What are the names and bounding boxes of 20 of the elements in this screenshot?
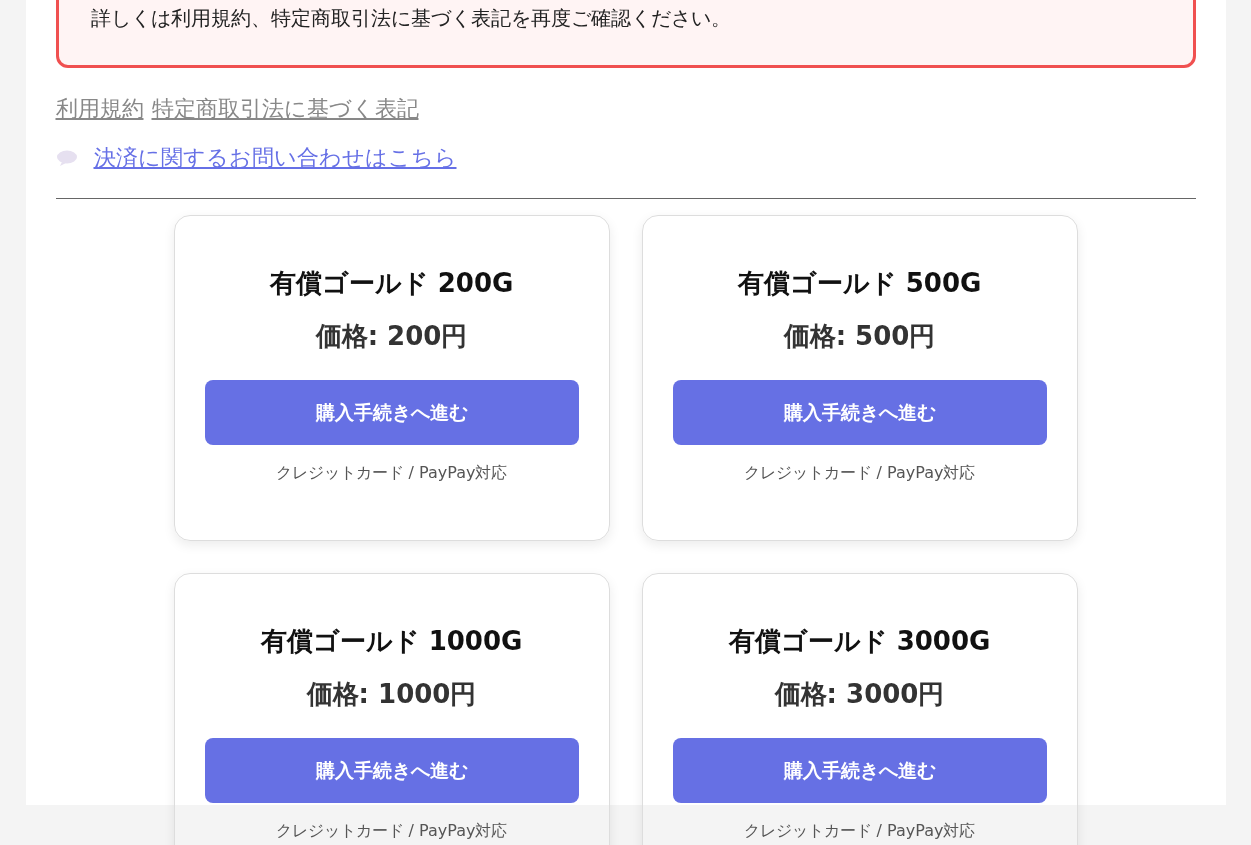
payment-note: クレジットカード / PayPay対応 [742, 820, 977, 842]
payment-note: クレジットカード / PayPay対応 [274, 462, 509, 484]
payment-note: クレジットカード / PayPay対応 [274, 820, 509, 842]
product-price: 価格: 200円 [314, 320, 469, 353]
product-title: 有償ゴールド 200G [268, 267, 515, 300]
product-title: 有償ゴールド 1000G [259, 625, 524, 658]
product-price: 価格: 3000円 [773, 678, 946, 711]
payment-note: クレジットカード / PayPay対応 [742, 462, 977, 484]
product-price: 価格: 500円 [782, 320, 937, 353]
product-title: 有償ゴールド 3000G [727, 625, 992, 658]
purchase-button[interactable]: 購入手続きへ進む [204, 738, 579, 803]
purchase-button[interactable]: 購入手続きへ進む [672, 380, 1047, 445]
speech-bubble-icon [55, 149, 78, 166]
notice-text: 詳しくは利用規約、特定商取引法に基づく表記を再度ご確認ください。 [90, 6, 731, 30]
product-title: 有償ゴールド 500G [736, 267, 983, 300]
product-price: 価格: 1000円 [305, 678, 478, 711]
legal-link[interactable]: 特定商取引法に基づく表記 [151, 92, 419, 125]
purchase-button[interactable]: 購入手続きへ進む [672, 738, 1047, 803]
purchase-button[interactable]: 購入手続きへ進む [204, 380, 579, 445]
legal-link[interactable]: 利用規約 [55, 92, 144, 125]
